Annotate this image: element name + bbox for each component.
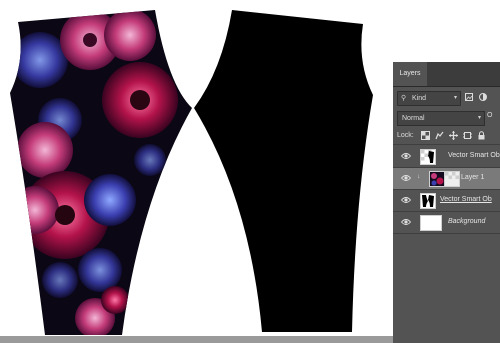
chevron-down-icon: ▾ xyxy=(453,95,457,101)
filter-row: ⚲ Kind ▾ xyxy=(393,90,500,106)
chevron-down-icon: ▾ xyxy=(477,115,481,121)
layer-thumbnail xyxy=(429,171,445,187)
layer-name: Vector Smart Ob xyxy=(440,196,492,203)
solid-leg-piece xyxy=(194,10,373,332)
layer-row[interactable]: Background xyxy=(393,212,500,234)
lock-artboard-icon[interactable] xyxy=(463,131,472,140)
clipping-mask-icon: ↓ xyxy=(417,174,420,180)
panel-tab-bar: Layers xyxy=(393,62,500,87)
lock-all-icon[interactable] xyxy=(477,131,486,140)
canvas-bottom-edge xyxy=(0,336,393,343)
lock-position-icon[interactable] xyxy=(449,131,458,140)
opacity-label: O xyxy=(487,112,493,119)
layer-name: Background xyxy=(448,218,486,225)
layer-name: Vector Smart Ob xyxy=(448,152,500,159)
search-icon: ⚲ xyxy=(401,95,407,102)
layer-row[interactable]: Vector Smart Ob xyxy=(393,146,500,168)
lock-transparent-pixels-icon[interactable] xyxy=(421,131,430,140)
blend-row: Normal ▾ O xyxy=(393,110,500,126)
layer-mask-thumbnail xyxy=(444,171,460,187)
blend-mode-select[interactable]: Normal ▾ xyxy=(397,111,485,126)
eye-icon[interactable] xyxy=(401,152,411,160)
eye-icon[interactable] xyxy=(401,218,411,226)
eye-icon[interactable] xyxy=(401,196,411,204)
layer-thumbnail xyxy=(420,149,436,165)
layer-thumbnail xyxy=(420,193,436,209)
eye-icon[interactable] xyxy=(401,174,411,182)
tab-layers[interactable]: Layers xyxy=(393,62,427,86)
layer-name: Layer 1 xyxy=(461,174,485,181)
document-canvas[interactable] xyxy=(0,0,393,343)
layers-panel: Layers ⚲ Kind ▾ Normal ▾ O Lock: Vector … xyxy=(393,62,500,343)
lock-image-pixels-icon[interactable] xyxy=(435,131,444,140)
floral-leg-piece xyxy=(10,10,192,335)
layer-row[interactable]: ↓ Layer 1 xyxy=(393,168,500,190)
filter-kind-select[interactable]: ⚲ Kind ▾ xyxy=(397,91,461,106)
artwork xyxy=(10,10,373,335)
blend-mode-value: Normal xyxy=(402,115,425,122)
adjustment-filter-icon[interactable] xyxy=(479,93,487,101)
layer-thumbnail xyxy=(420,215,442,231)
layer-row[interactable]: Vector Smart Ob xyxy=(393,190,500,212)
lock-label: Lock: xyxy=(397,132,414,139)
lock-row: Lock: xyxy=(393,128,500,145)
filter-kind-label: Kind xyxy=(412,95,427,102)
image-filter-icon[interactable] xyxy=(465,93,473,101)
